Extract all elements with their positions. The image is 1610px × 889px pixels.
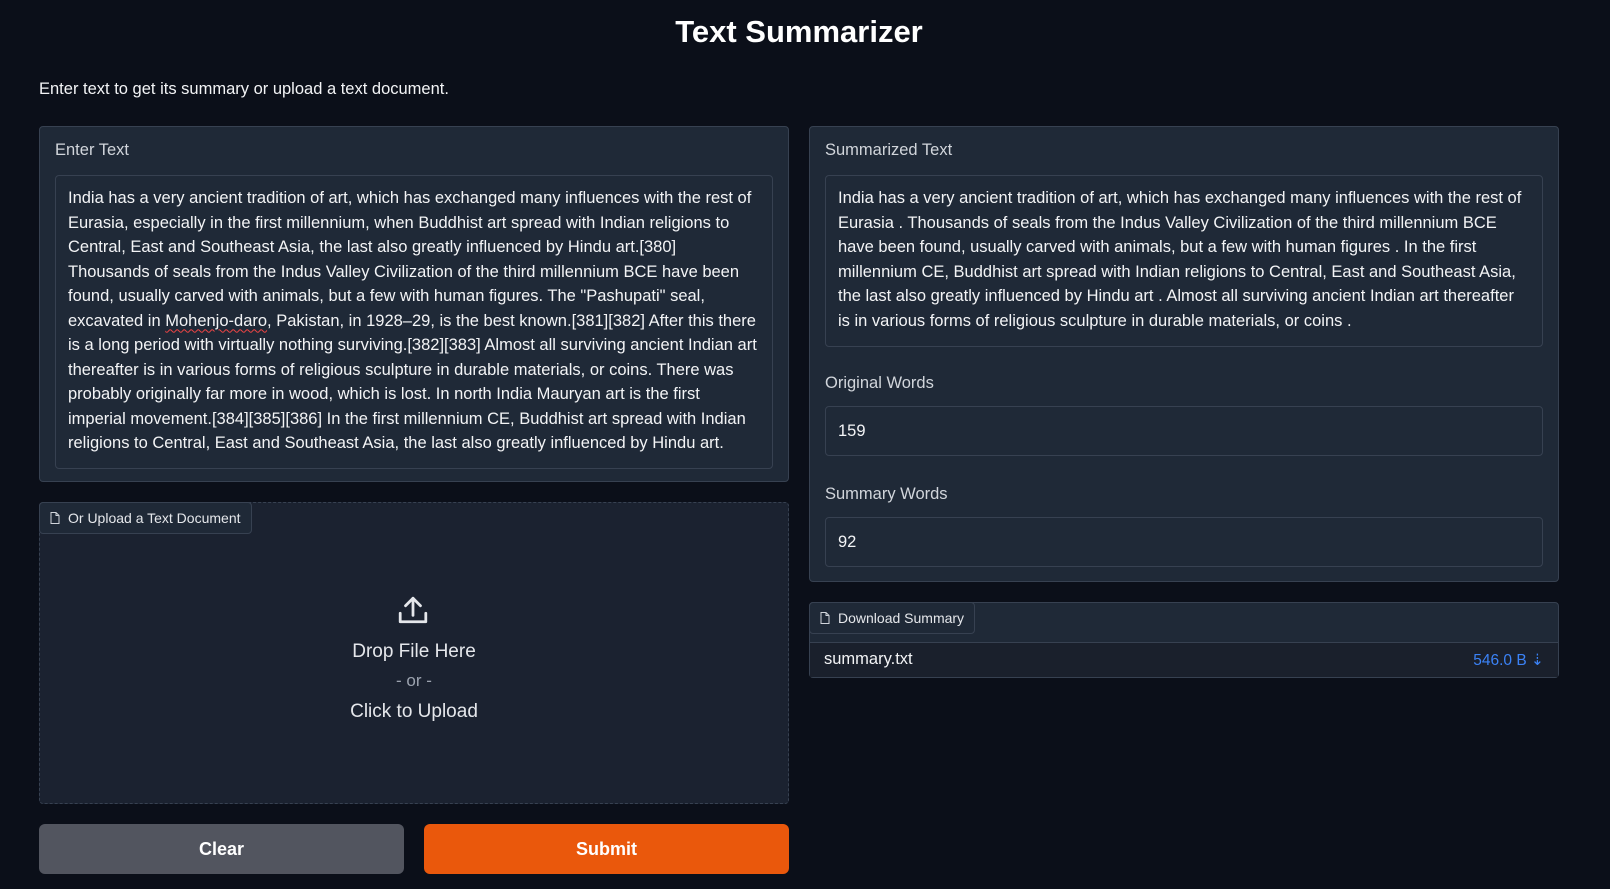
original-words-field[interactable]: 159	[825, 406, 1543, 456]
drop-file-text: Drop File Here	[352, 641, 476, 662]
submit-button[interactable]: Submit	[424, 824, 789, 874]
clear-button[interactable]: Clear	[39, 824, 404, 874]
or-text: - or -	[396, 671, 432, 690]
input-label: Enter Text	[55, 141, 129, 159]
download-file-size: 546.0 B	[1473, 652, 1527, 669]
summary-words-value: 92	[838, 533, 857, 551]
upload-tab-label: Or Upload a Text Document	[68, 510, 241, 526]
summary-words-label: Summary Words	[825, 485, 948, 503]
download-file-name[interactable]: summary.txt	[824, 650, 913, 669]
upload-icon	[398, 596, 428, 624]
summary-text: India has a very ancient tradition of ar…	[838, 189, 1522, 330]
download-tab: Download Summary	[809, 602, 976, 634]
click-to-upload-text: Click to Upload	[350, 701, 478, 722]
download-arrow-icon: ⇣	[1531, 652, 1544, 669]
summary-label: Summarized Text	[825, 141, 953, 159]
original-words-value: 159	[838, 422, 866, 440]
misspelled-word: Mohenjo-daro	[165, 311, 268, 330]
download-panel: Download Summary summary.txt 546.0 B ⇣	[809, 602, 1559, 678]
file-icon	[820, 612, 830, 624]
download-file-row[interactable]: summary.txt 546.0 B ⇣	[810, 642, 1558, 677]
input-textarea[interactable]: India has a very ancient tradition of ar…	[55, 175, 773, 469]
summary-words-field[interactable]: 92	[825, 517, 1543, 567]
download-tab-label: Download Summary	[838, 610, 965, 626]
download-file-size-link[interactable]: 546.0 B ⇣	[1473, 651, 1544, 670]
original-words-label: Original Words	[825, 374, 934, 392]
page-description: Enter text to get its summary or upload …	[39, 80, 449, 98]
upload-tab: Or Upload a Text Document	[39, 502, 252, 534]
input-panel: Enter Text India has a very ancient trad…	[39, 126, 789, 482]
page-title: Text Summarizer	[675, 14, 923, 49]
output-panel: Summarized Text India has a very ancient…	[809, 126, 1559, 582]
file-icon	[50, 512, 60, 524]
summary-textbox[interactable]: India has a very ancient tradition of ar…	[825, 175, 1543, 347]
input-text-part-2: , Pakistan, in 1928–29, is the best know…	[68, 311, 757, 453]
input-text-part-1: India has a very ancient tradition of ar…	[68, 189, 752, 330]
file-upload-dropzone[interactable]: Or Upload a Text Document Drop File Here…	[39, 502, 789, 804]
